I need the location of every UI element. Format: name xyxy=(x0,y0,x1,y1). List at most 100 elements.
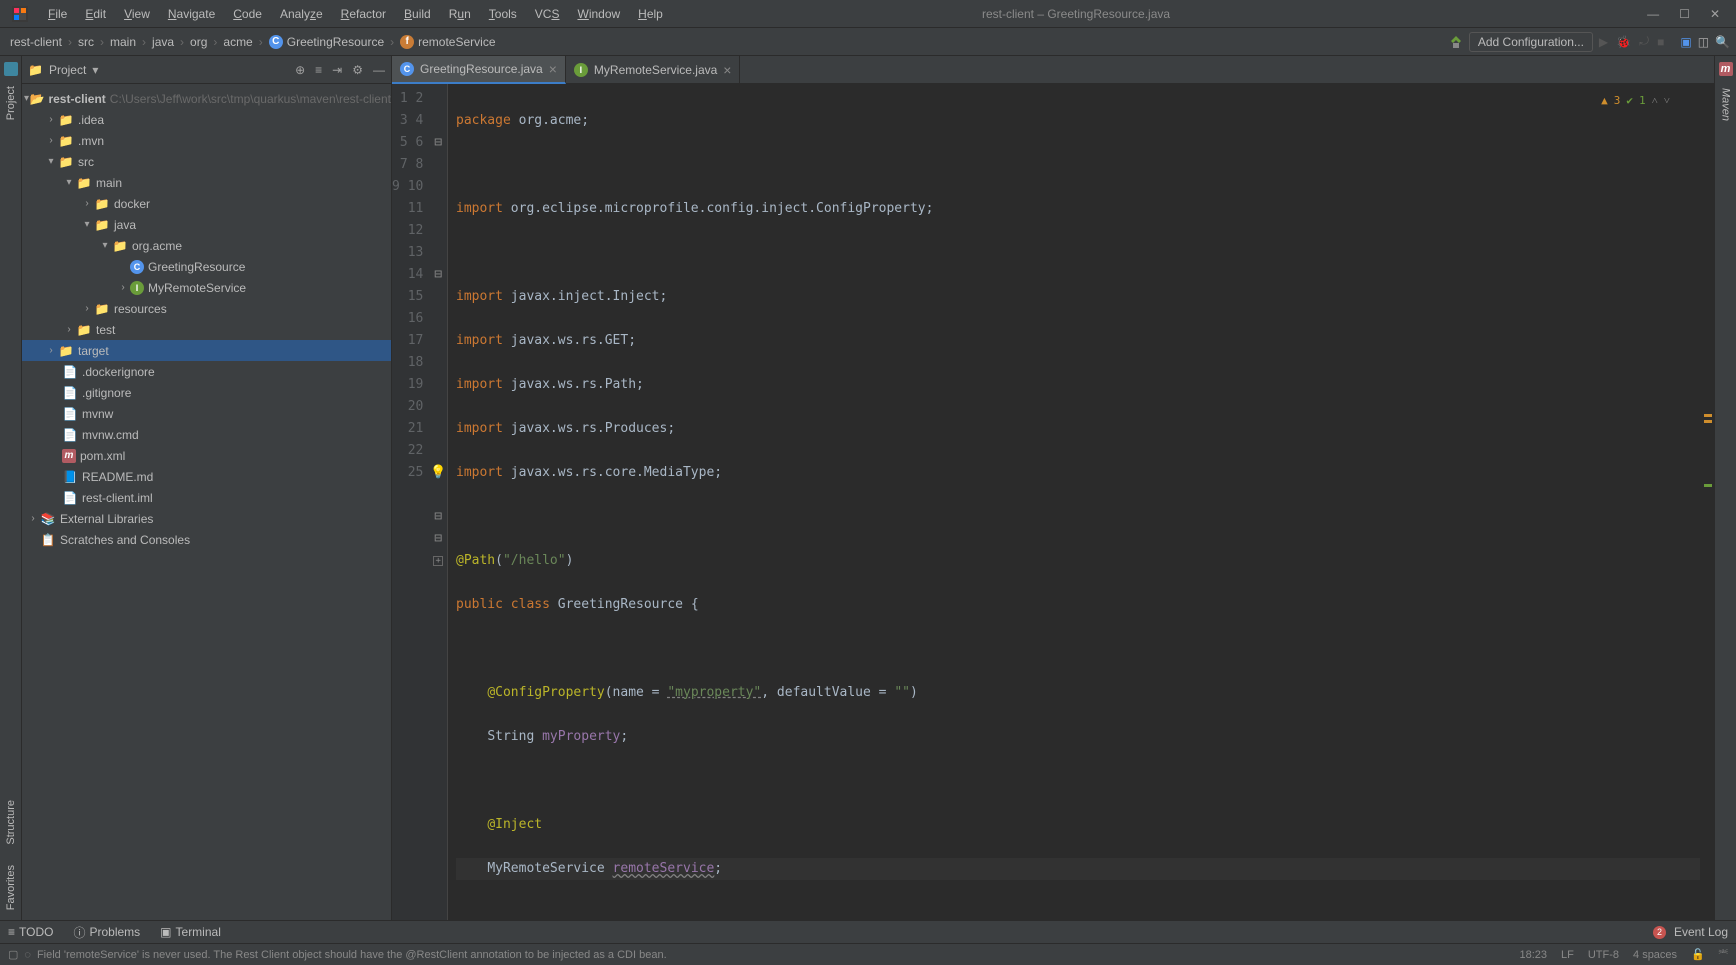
memory-indicator-icon[interactable]: ⎃ xyxy=(1719,948,1728,961)
editor-tab-remote[interactable]: I MyRemoteService.java × xyxy=(566,56,741,84)
fold-plus-icon[interactable]: + xyxy=(433,556,443,566)
close-tab-icon[interactable]: × xyxy=(723,62,731,78)
editor-tab-label: GreetingResource.java xyxy=(420,62,543,76)
tree-item-target: ›📁target xyxy=(22,340,391,361)
fold-icon[interactable]: ⊟ xyxy=(434,132,442,154)
right-tool-tabs: m Maven xyxy=(1714,56,1736,920)
error-stripe[interactable] xyxy=(1700,84,1714,920)
menu-bar: File Edit View Navigate Code Analyze Ref… xyxy=(40,4,671,24)
menu-build[interactable]: Build xyxy=(396,4,439,24)
status-message: Field 'remoteService' is never used. The… xyxy=(37,949,1520,961)
split-icon[interactable]: ◫ xyxy=(1698,35,1709,49)
inspections-widget[interactable]: ▲3 ✔1 ˄ ˅ xyxy=(1601,90,1670,112)
search-everywhere-icon[interactable]: 🔍 xyxy=(1715,35,1730,49)
menu-navigate[interactable]: Navigate xyxy=(160,4,223,24)
menu-vcs[interactable]: VCS xyxy=(527,4,568,24)
maximize-icon[interactable]: ☐ xyxy=(1679,7,1690,21)
encoding[interactable]: UTF-8 xyxy=(1588,949,1619,961)
processes-icon[interactable]: ◌ xyxy=(24,949,31,961)
project-tab-icon[interactable] xyxy=(4,62,18,76)
crumb-field[interactable]: fremoteService xyxy=(396,33,499,51)
crumb-java[interactable]: java xyxy=(148,33,178,51)
settings-icon[interactable]: ⚙ xyxy=(352,63,363,77)
check-icon: ✔ xyxy=(1626,90,1633,112)
collapse-all-icon[interactable]: ⇥ xyxy=(332,63,342,77)
fold-icon[interactable]: ⊟ xyxy=(434,506,442,528)
chevron-right-icon: › xyxy=(68,35,72,49)
menu-refactor[interactable]: Refactor xyxy=(333,4,394,24)
prev-highlight-icon[interactable]: ˄ xyxy=(1652,90,1658,112)
crumb-org[interactable]: org xyxy=(186,33,211,51)
readonly-toggle-icon[interactable]: 🔓 xyxy=(1691,948,1705,961)
editor-area: C GreetingResource.java × I MyRemoteServ… xyxy=(392,56,1714,920)
project-tool-tab[interactable]: Project xyxy=(3,76,19,130)
menu-run[interactable]: Run xyxy=(441,4,479,24)
next-highlight-icon[interactable]: ˅ xyxy=(1664,90,1670,112)
title-bar: File Edit View Navigate Code Analyze Ref… xyxy=(0,0,1736,28)
menu-tools[interactable]: Tools xyxy=(481,4,525,24)
indent[interactable]: 4 spaces xyxy=(1633,949,1677,961)
structure-tool-tab[interactable]: Structure xyxy=(3,790,19,855)
maven-tab-icon[interactable]: m xyxy=(1719,62,1733,76)
menu-edit[interactable]: Edit xyxy=(77,4,114,24)
line-ending[interactable]: LF xyxy=(1561,949,1574,961)
run-icon[interactable]: ▶ xyxy=(1599,35,1608,49)
expand-all-icon[interactable]: ≡ xyxy=(315,63,322,77)
event-log-tab[interactable]: 2Event Log xyxy=(1653,925,1728,939)
add-configuration-button[interactable]: Add Configuration... xyxy=(1469,32,1593,52)
project-view-label[interactable]: Project xyxy=(49,63,86,77)
menu-code[interactable]: Code xyxy=(225,4,270,24)
chevron-down-icon[interactable]: ▾ xyxy=(92,63,98,77)
crumb-acme[interactable]: acme xyxy=(219,33,256,51)
crumb-project[interactable]: rest-client xyxy=(6,33,66,51)
layout-icon[interactable]: ▣ xyxy=(1680,35,1691,49)
editor-tab-label: MyRemoteService.java xyxy=(594,63,717,77)
intention-bulb-icon[interactable]: 💡 xyxy=(430,462,446,484)
editor-tabs: C GreetingResource.java × I MyRemoteServ… xyxy=(392,56,1714,84)
navigation-bar: rest-client› src› main› java› org› acme›… xyxy=(0,28,1736,56)
line-numbers: 1 2 3 4 5 6 7 8 9 10 11 12 13 14 15 16 1… xyxy=(392,84,429,920)
menu-analyze[interactable]: Analyze xyxy=(272,4,331,24)
problems-tool-tab[interactable]: ⓘ Problems xyxy=(73,924,140,941)
cursor-position[interactable]: 18:23 xyxy=(1519,949,1547,961)
hide-tool-icon[interactable]: — xyxy=(373,63,385,77)
close-icon[interactable]: ✕ xyxy=(1710,7,1720,21)
select-opened-file-icon[interactable]: ⊕ xyxy=(295,63,305,77)
app-logo-icon xyxy=(8,2,32,26)
debug-icon[interactable]: 🐞 xyxy=(1616,35,1631,49)
bottom-tool-tabs: ≡ TODO ⓘ Problems ▣ Terminal 2Event Log xyxy=(0,920,1736,943)
left-tool-tabs: Project Structure Favorites xyxy=(0,56,22,920)
favorites-tool-tab[interactable]: Favorites xyxy=(3,855,19,920)
close-tab-icon[interactable]: × xyxy=(549,61,557,77)
project-tool-header: 📁 Project ▾ ⊕ ≡ ⇥ ⚙ — xyxy=(22,56,391,84)
project-tree[interactable]: ▾📂rest-client C:\Users\Jeff\work\src\tmp… xyxy=(22,84,391,920)
todo-tool-tab[interactable]: ≡ TODO xyxy=(8,925,53,939)
code-editor[interactable]: 1 2 3 4 5 6 7 8 9 10 11 12 13 14 15 16 1… xyxy=(392,84,1714,920)
terminal-tool-tab[interactable]: ▣ Terminal xyxy=(160,925,221,939)
window-title: rest-client – GreetingResource.java xyxy=(521,7,1631,21)
stop-icon[interactable]: ■ xyxy=(1657,35,1664,49)
menu-window[interactable]: Window xyxy=(569,4,628,24)
gutter: 1 2 3 4 5 6 7 8 9 10 11 12 13 14 15 16 1… xyxy=(392,84,448,920)
crumb-src[interactable]: src xyxy=(74,33,98,51)
minimize-icon[interactable]: — xyxy=(1647,7,1659,21)
code-body[interactable]: package org.acme; import org.eclipse.mic… xyxy=(448,84,1700,920)
warning-icon: ▲ xyxy=(1601,90,1608,112)
status-bar: ▢ ◌ Field 'remoteService' is never used.… xyxy=(0,943,1736,965)
tool-window-toggle-icon[interactable]: ▢ xyxy=(8,948,18,961)
fold-end-icon[interactable]: ⊟ xyxy=(434,528,442,550)
menu-file[interactable]: File xyxy=(40,4,75,24)
build-icon[interactable] xyxy=(1449,35,1463,49)
menu-help[interactable]: Help xyxy=(630,4,671,24)
crumb-main[interactable]: main xyxy=(106,33,140,51)
window-controls: — ☐ ✕ xyxy=(1631,7,1736,21)
crumb-class[interactable]: CGreetingResource xyxy=(265,33,388,51)
gutter-icons: ⊟ ⊟ 💡 ⊟ ⊟ + xyxy=(429,84,447,920)
breadcrumbs: rest-client› src› main› java› org› acme›… xyxy=(6,33,1449,51)
fold-icon[interactable]: ⊟ xyxy=(434,264,442,286)
maven-tool-tab[interactable]: Maven xyxy=(1718,78,1734,131)
project-sidebar: 📁 Project ▾ ⊕ ≡ ⇥ ⚙ — ▾📂rest-client C:\U… xyxy=(22,56,392,920)
coverage-icon[interactable]: ⤾ xyxy=(1639,34,1649,49)
menu-view[interactable]: View xyxy=(116,4,158,24)
editor-tab-greeting[interactable]: C GreetingResource.java × xyxy=(392,56,566,84)
